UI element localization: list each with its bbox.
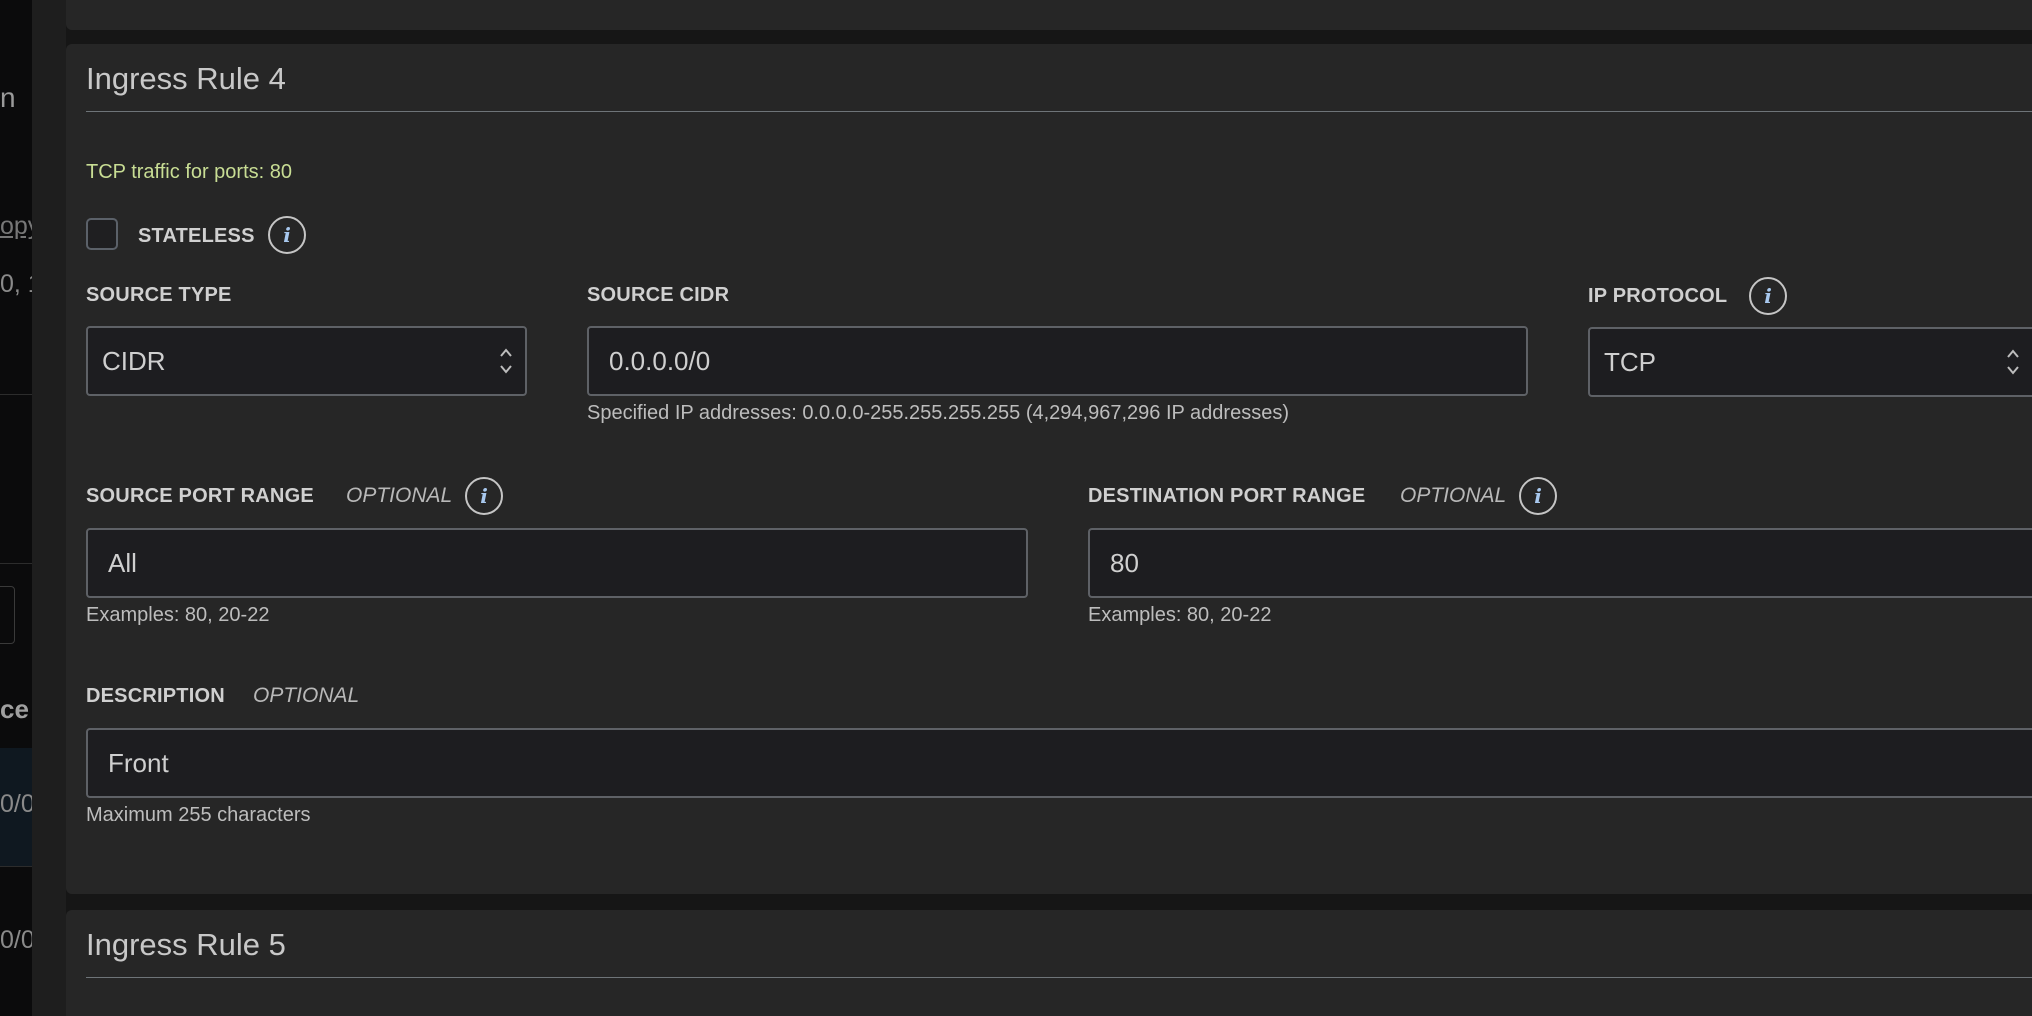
divider xyxy=(0,866,36,867)
ip-protocol-info-icon[interactable]: i xyxy=(1749,277,1787,315)
title-divider xyxy=(86,977,2032,978)
source-cidr-input[interactable]: 0.0.0.0/0 xyxy=(587,326,1528,396)
source-port-range-info-icon[interactable]: i xyxy=(465,477,503,515)
source-type-label: SOURCE TYPE xyxy=(86,284,232,306)
source-cidr-label: SOURCE CIDR xyxy=(587,284,730,306)
background-fragment: ce xyxy=(0,694,29,724)
stateless-info-icon[interactable]: i xyxy=(268,216,306,254)
background-fragment: 0, 1 xyxy=(0,270,36,298)
divider xyxy=(0,394,36,395)
title-divider xyxy=(86,111,2032,112)
ingress-rule-5-card: Ingress Rule 5 xyxy=(66,910,2032,1016)
destination-port-range-optional: OPTIONAL xyxy=(1400,484,1507,507)
description-value: Front xyxy=(108,748,169,778)
source-port-range-help: Examples: 80, 20-22 xyxy=(86,604,270,626)
description-optional: OPTIONAL xyxy=(253,684,360,707)
ip-protocol-label: IP PROTOCOL xyxy=(1588,285,1728,307)
select-chevron-icon xyxy=(2007,349,2019,375)
select-chevron-icon xyxy=(500,348,512,374)
ingress-rule-3-card xyxy=(66,0,2032,30)
source-port-range-value: All xyxy=(108,548,137,578)
destination-port-range-value: 80 xyxy=(1110,548,1139,578)
background-page: n opy 0, 1 ce 0/0 0/0 xyxy=(0,0,36,1016)
source-type-value: CIDR xyxy=(102,346,166,376)
description-input[interactable]: Front xyxy=(86,728,2032,798)
background-fragment: n xyxy=(0,82,16,113)
destination-port-range-help: Examples: 80, 20-22 xyxy=(1088,604,1272,626)
background-fragment: opy xyxy=(0,212,36,240)
source-cidr-value: 0.0.0.0/0 xyxy=(609,346,711,376)
background-input xyxy=(0,586,15,644)
source-port-range-input[interactable]: All xyxy=(86,528,1028,598)
source-cidr-help: Specified IP addresses: 0.0.0.0-255.255.… xyxy=(587,402,1289,424)
destination-port-range-label: DESTINATION PORT RANGE xyxy=(1088,485,1366,507)
stateless-label: STATELESS xyxy=(138,225,255,247)
ip-protocol-select[interactable]: TCP xyxy=(1588,327,2032,397)
rule-title: Ingress Rule 5 xyxy=(86,927,286,962)
panel-edge xyxy=(32,0,66,1016)
ip-protocol-value: TCP xyxy=(1604,347,1656,377)
background-fragment: 0/0 xyxy=(0,790,35,818)
background-fragment: 0/0 xyxy=(0,926,35,954)
rule-summary: TCP traffic for ports: 80 xyxy=(86,161,293,183)
description-help: Maximum 255 characters xyxy=(86,804,311,826)
ingress-rule-4-card: Ingress Rule 4 TCP traffic for ports: 80… xyxy=(66,44,2032,894)
source-port-range-optional: OPTIONAL xyxy=(346,484,453,507)
divider xyxy=(0,563,36,564)
stateless-checkbox[interactable] xyxy=(86,218,118,250)
source-port-range-label: SOURCE PORT RANGE xyxy=(86,485,314,507)
destination-port-range-info-icon[interactable]: i xyxy=(1519,477,1557,515)
destination-port-range-input[interactable]: 80 xyxy=(1088,528,2032,598)
rule-title: Ingress Rule 4 xyxy=(86,61,286,96)
source-type-select[interactable]: CIDR xyxy=(86,326,527,396)
description-label: DESCRIPTION xyxy=(86,685,225,707)
